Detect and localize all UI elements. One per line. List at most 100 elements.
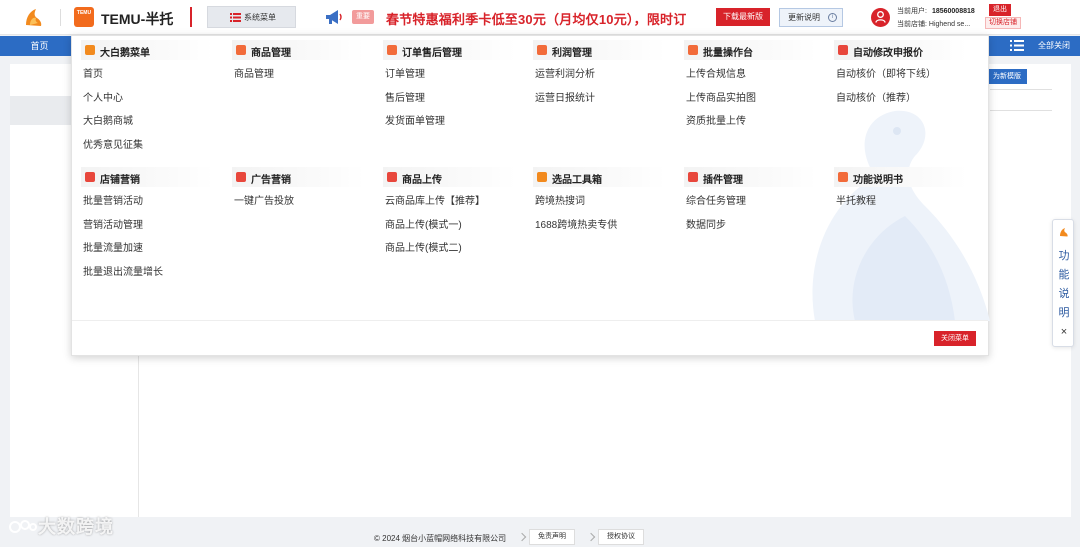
menu-section-header: 商品上传 [383,167,516,187]
sidebar-active-item[interactable] [10,96,72,125]
top-header: TEMU TEMU-半托 系统菜单 重要 春节特惠福利季卡低至30元（月均仅10… [0,0,1080,35]
divider [990,89,1052,90]
menu-section-title: 利润管理 [552,48,592,59]
menu-section-header: 选品工具箱 [533,167,666,187]
temu-logo-icon: TEMU [74,7,94,27]
menu-section-title: 功能说明书 [853,175,903,186]
swan-logo-icon[interactable] [22,5,46,29]
plugin-icon [688,172,698,182]
diamond-icon [85,172,95,182]
menu-item[interactable]: 优秀意见征集 [83,136,143,151]
diamond-icon [236,172,246,182]
menu-item[interactable]: 批量流量加速 [83,239,143,254]
menu-item[interactable]: 运营利润分析 [535,65,595,80]
menu-section-title: 大白鹅菜单 [100,48,150,59]
order-icon [387,45,397,55]
menu-item[interactable]: 上传合规信息 [686,65,746,80]
feature-guide-label[interactable]: 功能说明 [1058,247,1070,323]
menu-item[interactable]: 半托教程 [836,192,876,207]
list-icon [230,13,241,22]
menu-item[interactable]: 上传商品实拍图 [686,89,756,104]
menu-section-header: 店铺营销 [81,167,214,187]
current-shop: 当前店铺: Highend se... [897,19,970,29]
menu-section-title: 选品工具箱 [552,175,602,186]
close-menu-button[interactable]: 关闭菜单 [934,331,976,346]
menu-item[interactable]: 云商品库上传【推荐】 [385,192,485,207]
menu-item[interactable]: 自动核价（即将下线） [836,65,936,80]
tab-list-icon[interactable] [1010,40,1024,51]
menu-item[interactable]: 跨境热搜词 [535,192,585,207]
logout-button[interactable]: 退出 [989,4,1011,16]
menu-item[interactable]: 营销活动管理 [83,216,143,231]
menu-item[interactable]: 个人中心 [83,89,123,104]
divider [990,110,1052,111]
close-all-tabs-button[interactable]: 全部关闭 [1038,36,1070,56]
logo-divider [60,9,61,26]
menu-item[interactable]: 资质批量上传 [686,112,746,127]
promo-text[interactable]: 春节特惠福利季卡低至30元（月均仅10元），限时订 [386,9,686,28]
menu-item[interactable]: 商品上传(模式一) [385,216,462,231]
menu-item[interactable]: 一键广告投放 [234,192,294,207]
menu-item[interactable]: 首页 [83,65,103,80]
tab-home[interactable]: 首页 [0,36,80,56]
menu-section-title: 批量操作台 [703,48,753,59]
menu-section-header: 插件管理 [684,167,817,187]
divider [72,320,988,321]
menu-section-header: 批量操作台 [684,40,817,60]
megaphone-icon [326,10,342,24]
current-user-label: 当前用户: [897,8,927,15]
system-menu-dropdown: 大白鹅菜单 首页 个人中心 大白鹅商城 优秀意见征集 商品管理 商品管理 订单售后管理 订单管理… [71,35,990,356]
license-agreement-link[interactable]: 授权协议 [598,529,644,545]
menu-item[interactable]: 商品管理 [234,65,274,80]
menu-item[interactable]: 批量营销活动 [83,192,143,207]
menu-item[interactable]: 售后管理 [385,89,425,104]
menu-section-header: 商品管理 [232,40,365,60]
menu-section-title: 商品管理 [251,48,291,59]
current-shop-label: 当前店铺: [897,21,927,28]
chevron-icon [586,532,596,542]
current-shop-name: Highend se... [928,21,971,28]
price-icon [838,45,848,55]
product-icon [236,45,246,55]
avatar[interactable] [871,8,890,27]
current-user: 当前用户: 18560008818 [897,6,975,16]
menu-item[interactable]: 运营日报统计 [535,89,595,104]
feature-guide-panel[interactable]: 功能说明 × [1052,219,1074,347]
menu-item[interactable]: 1688跨境热卖专供 [535,216,617,231]
menu-item[interactable]: 自动核价（推荐） [836,89,916,104]
menu-section-title: 广告营销 [251,175,291,186]
close-icon[interactable]: × [1059,326,1069,338]
upload-icon [387,172,397,182]
brand-title: TEMU-半托 [101,11,174,27]
chevron-icon [517,532,527,542]
swan-icon [85,45,95,55]
menu-section-header: 大白鹅菜单 [81,40,214,60]
brand-divider [190,7,192,27]
menu-item[interactable]: 批量退出流量增长 [83,263,163,278]
menu-item[interactable]: 商品上传(模式二) [385,239,462,254]
menu-section-header: 利润管理 [533,40,666,60]
system-menu-button[interactable]: 系统菜单 [207,6,296,28]
system-menu-label: 系统菜单 [244,12,276,22]
menu-item[interactable]: 综合任务管理 [686,192,746,207]
menu-item[interactable]: 发货面单管理 [385,112,445,127]
menu-item[interactable]: 大白鹅商城 [83,112,133,127]
menu-section-header: 广告营销 [232,167,365,187]
info-icon: i [828,13,837,22]
menu-section-title: 自动修改申报价 [853,48,923,59]
menu-section-title: 订单售后管理 [402,48,462,59]
update-notes-button[interactable]: 更新说明 i [779,8,843,27]
copyright-text: © 2024 烟台小蓝帽网络科技有限公司 [374,534,507,543]
watermark-text: 大数跨境 [38,517,114,537]
disclaimer-link[interactable]: 免责声明 [529,529,575,545]
menu-section-title: 插件管理 [703,175,743,186]
menu-item[interactable]: 订单管理 [385,65,425,80]
swan-watermark-icon [812,110,990,321]
download-latest-button[interactable]: 下载最新版 [716,8,770,26]
current-user-phone: 18560008818 [931,8,975,15]
new-layout-button[interactable]: 为新模版 [987,69,1027,84]
switch-shop-button[interactable]: 切换店铺 [985,17,1021,29]
menu-item[interactable]: 数据同步 [686,216,726,231]
watermark: 大数跨境 [8,513,114,539]
profit-icon [537,45,547,55]
